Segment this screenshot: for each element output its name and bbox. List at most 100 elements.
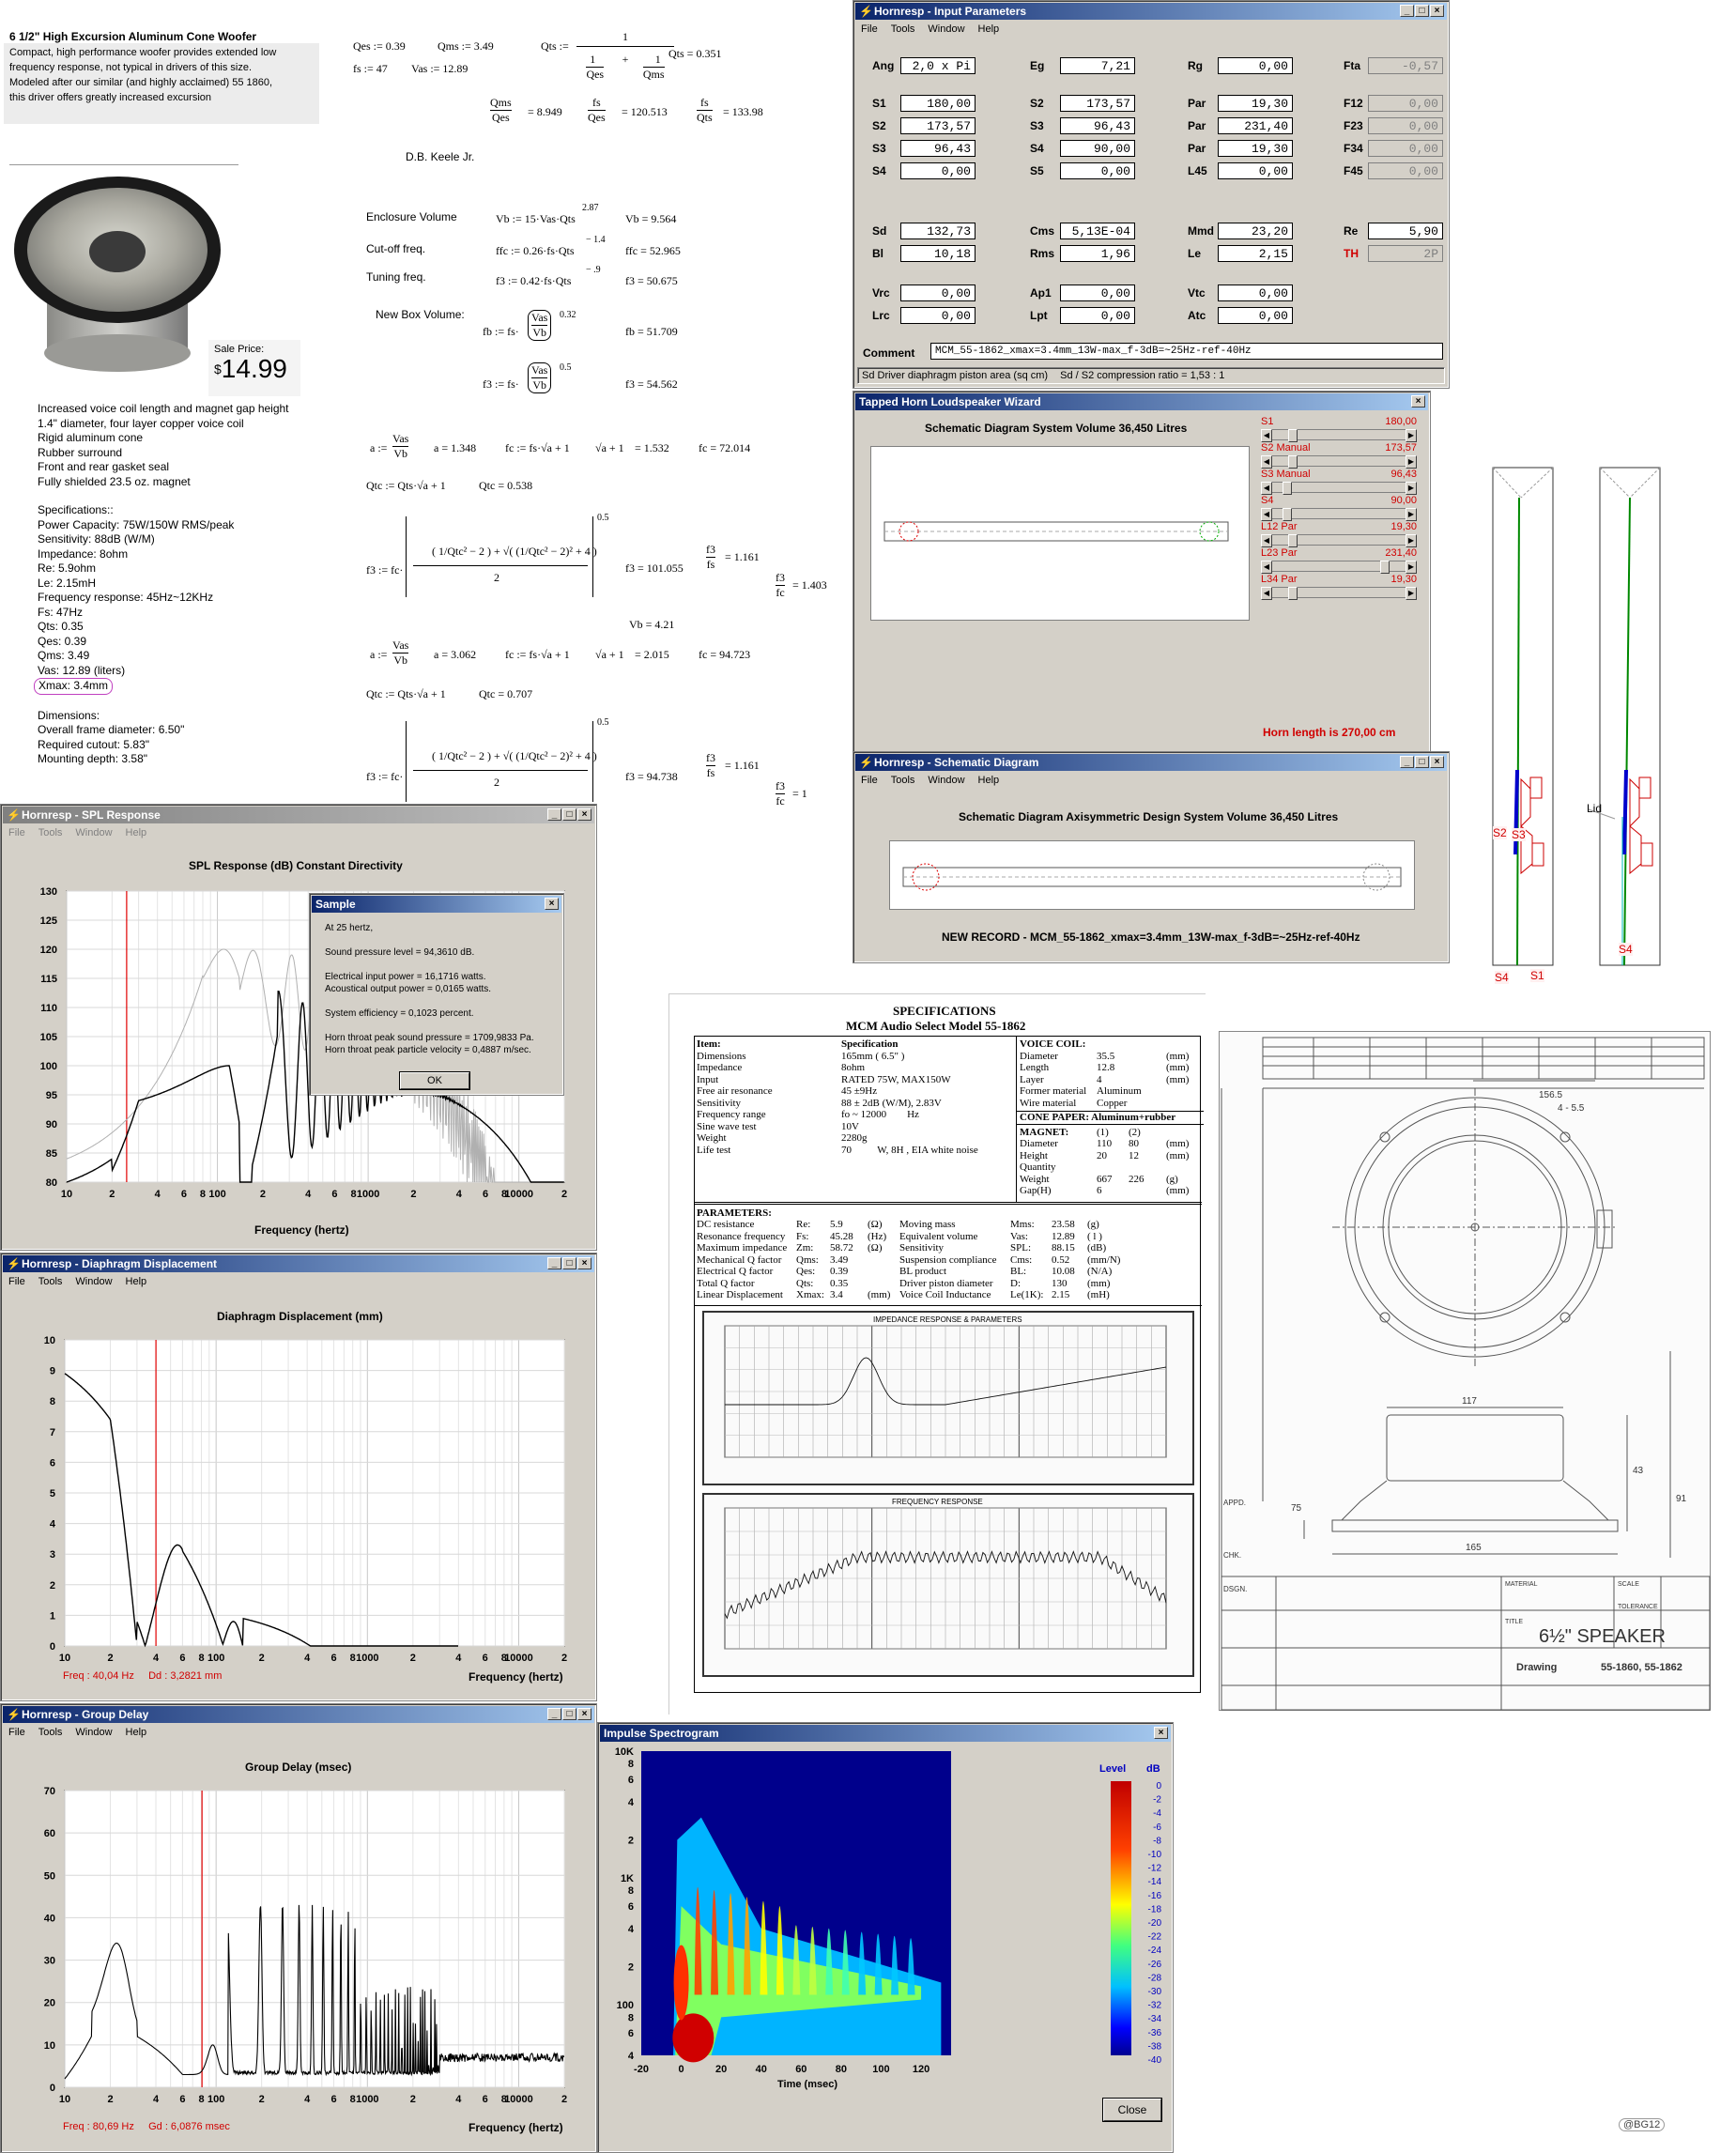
param-field-lpt[interactable]: 0,00 — [1060, 307, 1135, 324]
param-field-f34[interactable]: 0,00 — [1368, 140, 1443, 157]
param-field-f45[interactable]: 0,00 — [1368, 162, 1443, 179]
maximize-button[interactable]: □ — [562, 808, 576, 821]
param-field-vtc[interactable]: 0,00 — [1218, 285, 1293, 301]
menu-help[interactable]: Help — [126, 825, 147, 840]
param-field-s3[interactable]: 96,43 — [1060, 117, 1135, 134]
spectro-close-button[interactable]: Close — [1103, 2099, 1161, 2121]
slider-right-button[interactable]: ▶ — [1406, 482, 1417, 495]
menu-file[interactable]: File — [8, 825, 25, 840]
slider-left-button[interactable]: ◀ — [1261, 561, 1272, 574]
param-field-ang[interactable]: 2,0 x Pi — [900, 57, 976, 74]
menu-help[interactable]: Help — [978, 773, 1000, 788]
minimize-button[interactable]: _ — [547, 808, 561, 821]
close-button[interactable]: × — [1430, 5, 1444, 17]
maximize-button[interactable]: □ — [1415, 5, 1429, 17]
slider-right-button[interactable]: ▶ — [1406, 508, 1417, 521]
spectro-titlebar[interactable]: Impulse Spectrogram × — [600, 1725, 1171, 1742]
param-field-par[interactable]: 19,30 — [1218, 95, 1293, 112]
param-field-s4[interactable]: 0,00 — [900, 162, 976, 179]
param-field-atc[interactable]: 0,00 — [1218, 307, 1293, 324]
close-button[interactable]: × — [577, 808, 591, 821]
menu-file[interactable]: File — [861, 773, 878, 788]
param-field-s4[interactable]: 90,00 — [1060, 140, 1135, 157]
menu-window[interactable]: Window — [75, 1274, 112, 1289]
param-field-eg[interactable]: 7,21 — [1060, 57, 1135, 74]
param-field-s5[interactable]: 0,00 — [1060, 162, 1135, 179]
close-button[interactable]: × — [1430, 756, 1444, 768]
menu-tools[interactable]: Tools — [38, 825, 63, 840]
menu-tools[interactable]: Tools — [38, 1274, 63, 1289]
wizard-titlebar[interactable]: Tapped Horn Loudspeaker Wizard × — [855, 393, 1428, 410]
slider-track-3[interactable]: ◀ ▶ — [1261, 508, 1417, 519]
slider-thumb-6[interactable] — [1288, 587, 1298, 600]
menu-tools[interactable]: Tools — [891, 773, 915, 788]
param-field-lrc[interactable]: 0,00 — [900, 307, 976, 324]
slider-right-button[interactable]: ▶ — [1406, 561, 1417, 574]
close-button[interactable]: × — [545, 898, 559, 910]
maximize-button[interactable]: □ — [1415, 756, 1429, 768]
slider-track-2[interactable]: ◀ ▶ — [1261, 482, 1417, 493]
slider-left-button[interactable]: ◀ — [1261, 429, 1272, 442]
close-button[interactable]: × — [577, 1708, 591, 1720]
slider-right-button[interactable]: ▶ — [1406, 587, 1417, 600]
param-field-s1[interactable]: 180,00 — [900, 95, 976, 112]
menu-help[interactable]: Help — [978, 22, 1000, 37]
minimize-button[interactable]: _ — [547, 1257, 561, 1269]
slider-track-1[interactable]: ◀ ▶ — [1261, 455, 1417, 467]
close-button[interactable]: × — [1154, 1727, 1168, 1739]
param-field-bl[interactable]: 10,18 — [900, 245, 976, 262]
menu-help[interactable]: Help — [126, 1274, 147, 1289]
slider-thumb-4[interactable] — [1288, 534, 1298, 547]
param-field-s2[interactable]: 173,57 — [1060, 95, 1135, 112]
slider-left-button[interactable]: ◀ — [1261, 534, 1272, 547]
gd-titlebar[interactable]: ⚡ Hornresp - Group Delay _ □ × — [3, 1706, 594, 1723]
slider-track-0[interactable]: ◀ ▶ — [1261, 429, 1417, 440]
param-field-rms[interactable]: 1,96 — [1060, 245, 1135, 262]
menu-help[interactable]: Help — [126, 1725, 147, 1740]
slider-thumb-5[interactable] — [1380, 561, 1390, 574]
param-field-mmd[interactable]: 23,20 — [1218, 223, 1293, 239]
param-field-ap1[interactable]: 0,00 — [1060, 285, 1135, 301]
slider-track-5[interactable]: ◀ ▶ — [1261, 561, 1417, 572]
minimize-button[interactable]: _ — [1400, 756, 1414, 768]
slider-left-button[interactable]: ◀ — [1261, 455, 1272, 469]
param-field-f12[interactable]: 0,00 — [1368, 95, 1443, 112]
param-field-f23[interactable]: 0,00 — [1368, 117, 1443, 134]
maximize-button[interactable]: □ — [562, 1257, 576, 1269]
slider-left-button[interactable]: ◀ — [1261, 482, 1272, 495]
param-field-s3[interactable]: 96,43 — [900, 140, 976, 157]
ok-button[interactable]: OK — [400, 1072, 469, 1089]
slider-right-button[interactable]: ▶ — [1406, 534, 1417, 547]
sample-dialog-titlebar[interactable]: Sample × — [312, 896, 561, 913]
param-field-par[interactable]: 231,40 — [1218, 117, 1293, 134]
input-parameters-titlebar[interactable]: ⚡ Hornresp - Input Parameters _ □ × — [855, 3, 1447, 20]
param-field-sd[interactable]: 132,73 — [900, 223, 976, 239]
slider-thumb-2[interactable] — [1283, 482, 1292, 495]
menu-window[interactable]: Window — [75, 1725, 112, 1740]
param-field-s2[interactable]: 173,57 — [900, 117, 976, 134]
slider-thumb-3[interactable] — [1283, 508, 1292, 521]
slider-left-button[interactable]: ◀ — [1261, 508, 1272, 521]
minimize-button[interactable]: _ — [1400, 5, 1414, 17]
maximize-button[interactable]: □ — [562, 1708, 576, 1720]
slider-left-button[interactable]: ◀ — [1261, 587, 1272, 600]
menu-file[interactable]: File — [8, 1725, 25, 1740]
param-field-re[interactable]: 5,90 — [1368, 223, 1443, 239]
slider-track-6[interactable]: ◀ ▶ — [1261, 587, 1417, 598]
menu-file[interactable]: File — [861, 22, 878, 37]
minimize-button[interactable]: _ — [547, 1708, 561, 1720]
close-button[interactable]: × — [1411, 395, 1425, 408]
slider-right-button[interactable]: ▶ — [1406, 455, 1417, 469]
param-field-par[interactable]: 19,30 — [1218, 140, 1293, 157]
param-field-vrc[interactable]: 0,00 — [900, 285, 976, 301]
slider-thumb-1[interactable] — [1288, 455, 1298, 469]
menu-tools[interactable]: Tools — [38, 1725, 63, 1740]
slider-thumb-0[interactable] — [1288, 429, 1298, 442]
menu-window[interactable]: Window — [75, 825, 112, 840]
close-button[interactable]: × — [577, 1257, 591, 1269]
param-field-cms[interactable]: 5,13E-04 — [1060, 223, 1135, 239]
param-field-th[interactable]: 2P — [1368, 245, 1443, 262]
comment-field[interactable]: MCM_55-1862_xmax=3.4mm_13W-max_f-3dB=~25… — [930, 343, 1443, 360]
slider-track-4[interactable]: ◀ ▶ — [1261, 534, 1417, 546]
param-field-rg[interactable]: 0,00 — [1218, 57, 1293, 74]
